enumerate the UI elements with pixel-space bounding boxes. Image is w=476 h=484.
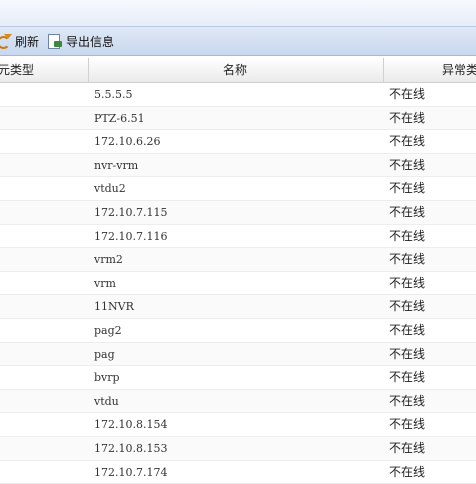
cell-status: 不在线 bbox=[389, 319, 425, 342]
refresh-button[interactable]: 刷新 bbox=[0, 31, 39, 51]
cell-status: 不在线 bbox=[389, 248, 425, 271]
table-row[interactable]: 172.10.8.153 不在线 bbox=[0, 437, 476, 461]
refresh-icon bbox=[0, 33, 12, 49]
cell-status: 不在线 bbox=[389, 366, 425, 389]
cell-status: 不在线 bbox=[389, 343, 425, 366]
export-icon bbox=[47, 33, 63, 49]
table-row[interactable]: vtdu2 不在线 bbox=[0, 177, 476, 201]
column-header-alarm-type[interactable]: 异常类 bbox=[442, 58, 476, 82]
cell-name: 172.10.8.153 bbox=[94, 437, 167, 460]
cell-status: 不在线 bbox=[389, 390, 425, 413]
cell-status: 不在线 bbox=[389, 154, 425, 177]
table-row[interactable]: vrm 不在线 bbox=[0, 272, 476, 296]
table-row[interactable]: vtdu 不在线 bbox=[0, 390, 476, 414]
refresh-label: 刷新 bbox=[15, 33, 39, 50]
cell-name: 5.5.5.5 bbox=[94, 83, 132, 106]
cell-name: 172.10.7.174 bbox=[94, 461, 167, 484]
cell-name: pag bbox=[94, 343, 115, 366]
cell-name: vrm bbox=[94, 272, 116, 295]
table-row[interactable]: nvr-vrm 不在线 bbox=[0, 154, 476, 178]
cell-name: 172.10.6.26 bbox=[94, 130, 160, 153]
table-row[interactable]: PTZ-6.51 不在线 bbox=[0, 107, 476, 131]
table-row[interactable]: 172.10.6.26 不在线 bbox=[0, 130, 476, 154]
cell-status: 不在线 bbox=[389, 225, 425, 248]
cell-status: 不在线 bbox=[389, 295, 425, 318]
cell-status: 不在线 bbox=[389, 272, 425, 295]
cell-status: 不在线 bbox=[389, 107, 425, 130]
column-header-name[interactable]: 名称 bbox=[223, 58, 247, 82]
cell-status: 不在线 bbox=[389, 83, 425, 106]
export-label: 导出信息 bbox=[66, 33, 114, 50]
cell-status: 不在线 bbox=[389, 201, 425, 224]
cell-name: 11NVR bbox=[94, 295, 134, 318]
table-row[interactable]: 172.10.7.115 不在线 bbox=[0, 201, 476, 225]
cell-status: 不在线 bbox=[389, 437, 425, 460]
column-divider[interactable] bbox=[383, 58, 384, 82]
cell-status: 不在线 bbox=[389, 461, 425, 484]
table-row[interactable]: pag2 不在线 bbox=[0, 319, 476, 343]
cell-status: 不在线 bbox=[389, 130, 425, 153]
table-row[interactable]: bvrp 不在线 bbox=[0, 366, 476, 390]
table-body: 5.5.5.5不在线PTZ-6.51不在线172.10.6.26不在线nvr-v… bbox=[0, 83, 476, 484]
cell-name: 172.10.8.154 bbox=[94, 413, 167, 436]
cell-name: 172.10.7.115 bbox=[94, 201, 167, 224]
cell-name: 172.10.7.116 bbox=[94, 225, 167, 248]
table-row[interactable]: 172.10.7.116 不在线 bbox=[0, 225, 476, 249]
table-row[interactable]: 172.10.7.174 不在线 bbox=[0, 461, 476, 484]
cell-name: bvrp bbox=[94, 366, 120, 389]
cell-status: 不在线 bbox=[389, 177, 425, 200]
table-row[interactable]: 172.10.8.154 不在线 bbox=[0, 413, 476, 437]
table-row[interactable]: pag 不在线 bbox=[0, 343, 476, 367]
cell-status: 不在线 bbox=[389, 413, 425, 436]
window-title-strip bbox=[0, 0, 476, 27]
toolbar: 刷新 导出信息 bbox=[0, 27, 476, 56]
cell-name: vtdu bbox=[94, 390, 119, 413]
export-button[interactable]: 导出信息 bbox=[47, 31, 114, 51]
cell-name: pag2 bbox=[94, 319, 122, 342]
table-row[interactable]: vrm2 不在线 bbox=[0, 248, 476, 272]
table-row[interactable]: 5.5.5.5 不在线 bbox=[0, 83, 476, 107]
cell-name: vtdu2 bbox=[94, 177, 126, 200]
column-divider[interactable] bbox=[88, 58, 89, 82]
cell-name: vrm2 bbox=[94, 248, 123, 271]
table-row[interactable]: 11NVR 不在线 bbox=[0, 295, 476, 319]
column-header-type[interactable]: 元类型 bbox=[0, 58, 34, 82]
cell-name: PTZ-6.51 bbox=[94, 107, 145, 130]
table-header: 元类型 名称 异常类 bbox=[0, 58, 476, 83]
cell-name: nvr-vrm bbox=[94, 154, 138, 177]
